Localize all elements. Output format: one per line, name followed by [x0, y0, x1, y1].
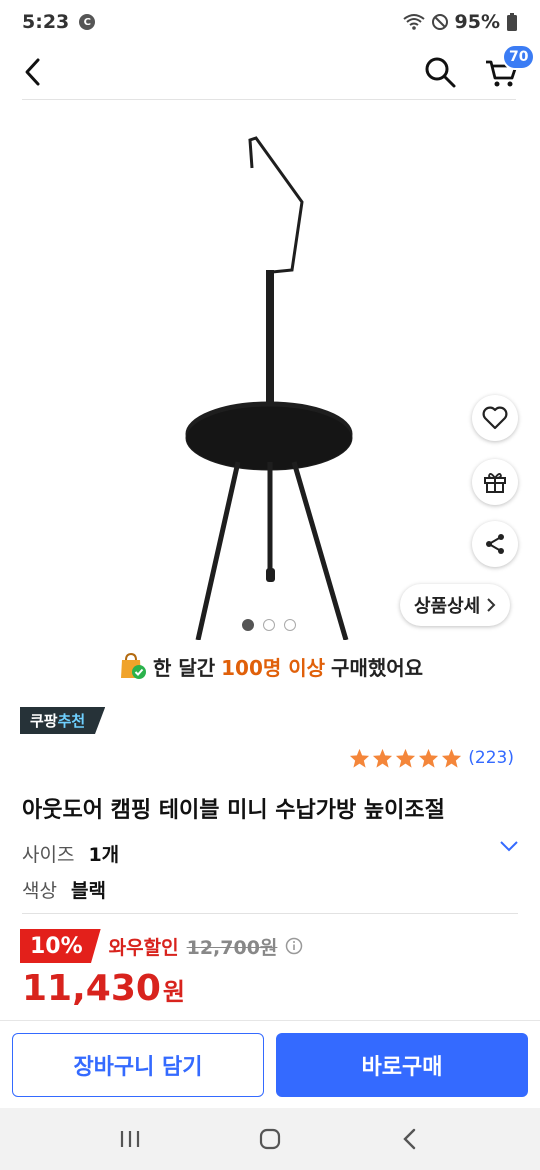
cart-count-badge: 70 [502, 44, 536, 70]
battery-percent: 95% [454, 11, 500, 33]
purchase-prefix: 한 달간 [152, 655, 216, 680]
system-nav-bar [0, 1108, 540, 1170]
section-divider [22, 913, 518, 914]
option-value: 1개 [88, 844, 120, 866]
product-detail-button[interactable]: 상품상세 [400, 584, 511, 626]
add-to-cart-button[interactable]: 장바구니 담기 [12, 1033, 264, 1097]
star-icon [350, 748, 370, 768]
discount-row: 10% 와우할인 12,700원 [20, 929, 303, 963]
gift-button[interactable] [472, 459, 518, 505]
purchase-suffix: 구매했어요 [331, 655, 424, 680]
wishlist-button[interactable] [472, 395, 518, 441]
badge-accent: 추천 [57, 712, 86, 730]
gift-icon [484, 473, 506, 493]
review-count[interactable]: (223) [468, 748, 514, 768]
share-button[interactable] [472, 521, 518, 567]
original-price: 12,700원 [186, 936, 278, 959]
option-key: 색상 [22, 880, 57, 902]
gallery-dot[interactable] [284, 619, 296, 631]
purchase-highlight: 100명 이상 [221, 655, 326, 680]
status-bar: 5:23 C 95% [0, 0, 540, 44]
purchase-count-banner: 한 달간 100명 이상 구매했어요 [0, 648, 540, 684]
product-table-drawing [185, 136, 353, 640]
product-rating[interactable]: (223) [349, 748, 514, 768]
star-icon [442, 748, 462, 768]
badge-brand: 쿠팡 [30, 712, 58, 730]
gallery-dot[interactable] [263, 619, 275, 631]
chevron-down-icon[interactable] [498, 838, 520, 854]
coupang-recommend-badge: 쿠팡 추천 [20, 707, 106, 734]
sale-price: 11,430 원 [22, 968, 185, 1009]
wifi-icon [402, 14, 425, 30]
back-arrow-icon[interactable] [18, 54, 50, 90]
option-value: 블랙 [70, 880, 106, 902]
sale-price-value: 11,430 [22, 968, 161, 1009]
heart-icon [482, 406, 508, 430]
discount-percent-badge: 10% [20, 929, 101, 963]
search-icon[interactable] [422, 54, 458, 90]
back-icon[interactable] [395, 1126, 425, 1152]
do-not-disturb-icon [431, 14, 448, 30]
star-icon [419, 748, 439, 768]
option-key: 사이즈 [22, 844, 75, 866]
gallery-pagination [242, 619, 296, 631]
gallery-dot[interactable] [242, 619, 254, 631]
notification-badge: C [79, 14, 96, 30]
option-size[interactable]: 사이즈 1개 [22, 840, 119, 867]
wow-discount-label: 와우할인 [108, 936, 179, 959]
chevron-right-icon [487, 598, 496, 612]
buy-now-button[interactable]: 바로구매 [276, 1033, 528, 1097]
star-icon [396, 748, 416, 768]
app-header [0, 44, 540, 100]
product-image[interactable] [0, 100, 540, 640]
recent-apps-icon[interactable] [115, 1126, 145, 1152]
product-detail-label: 상품상세 [414, 596, 481, 617]
sale-price-unit: 원 [162, 978, 186, 1006]
status-right: 95% [402, 11, 518, 33]
home-icon[interactable] [255, 1126, 285, 1152]
battery-icon [507, 13, 517, 31]
shopping-bag-icon [120, 652, 146, 679]
status-time: 5:23 [22, 11, 70, 33]
option-color[interactable]: 색상 블랙 [22, 876, 106, 903]
share-icon [486, 534, 504, 554]
bottom-action-bar: 장바구니 담기 바로구매 [0, 1020, 540, 1110]
info-icon[interactable] [285, 937, 303, 955]
product-title: 아웃도어 캠핑 테이블 미니 수납가방 높이조절 [22, 798, 445, 823]
star-icon [373, 748, 393, 768]
